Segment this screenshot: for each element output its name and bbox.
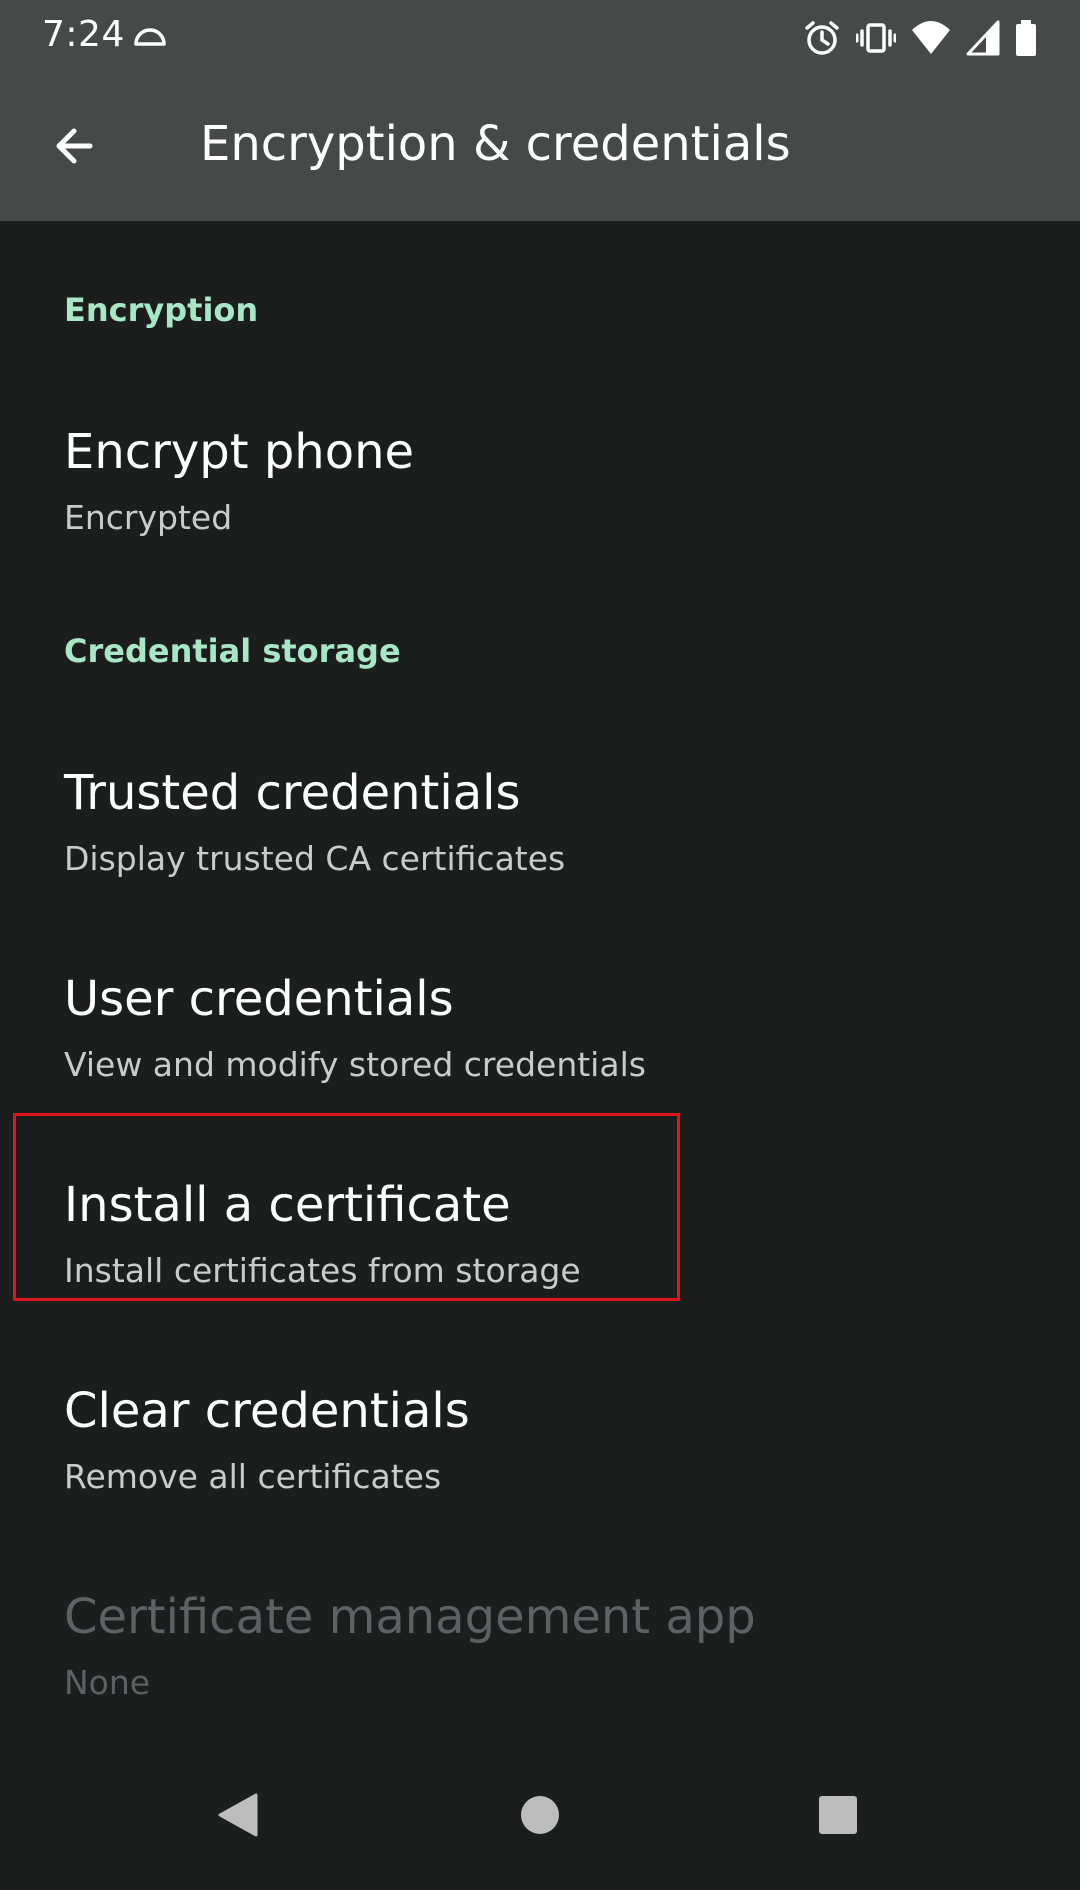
pref-user-credentials[interactable]: User credentials View and modify stored … <box>0 933 1080 1139</box>
alarm-icon <box>802 18 842 58</box>
status-time: 7:24 <box>42 14 125 55</box>
pref-summary: None <box>64 1663 151 1702</box>
status-bar: 7:24 <box>0 0 1080 76</box>
pref-summary: Install certificates from storage <box>64 1251 581 1290</box>
section-header-credential-storage: Credential storage <box>64 632 401 670</box>
app-bar: Encryption & credentials <box>0 76 1080 221</box>
pref-title: Encrypt phone <box>64 424 415 480</box>
section-header-encryption: Encryption <box>64 291 259 329</box>
pref-encrypt-phone[interactable]: Encrypt phone Encrypted <box>0 386 1080 592</box>
signal-icon <box>966 18 1000 58</box>
pref-summary: Display trusted CA certificates <box>64 839 566 878</box>
pref-certificate-management-app: Certificate management app None <box>0 1551 1080 1757</box>
pref-install-certificate[interactable]: Install a certificate Install certificat… <box>0 1139 1080 1345</box>
settings-list: Encryption Encrypt phone Encrypted Crede… <box>0 221 1080 1745</box>
pref-title: Clear credentials <box>64 1383 470 1439</box>
arrow-left-icon <box>50 122 98 174</box>
nav-home-button[interactable] <box>490 1767 590 1867</box>
pref-summary: Encrypted <box>64 498 233 537</box>
page-title: Encryption & credentials <box>200 116 791 172</box>
wifi-icon <box>910 18 952 58</box>
pref-title: Trusted credentials <box>64 765 521 821</box>
pref-title: User credentials <box>64 971 454 1027</box>
navigation-bar <box>0 1745 1080 1890</box>
pref-summary: Remove all certificates <box>64 1457 442 1496</box>
nav-recents-button[interactable] <box>788 1767 888 1867</box>
pref-title: Install a certificate <box>64 1177 511 1233</box>
home-circle-icon <box>519 1794 561 1840</box>
back-button[interactable] <box>26 100 122 196</box>
battery-icon <box>1014 18 1038 58</box>
back-triangle-icon <box>216 1791 260 1843</box>
cloud-icon <box>132 24 168 48</box>
vibrate-icon <box>856 18 896 58</box>
status-icons <box>802 16 1038 60</box>
pref-summary: View and modify stored credentials <box>64 1045 646 1084</box>
pref-trusted-credentials[interactable]: Trusted credentials Display trusted CA c… <box>0 727 1080 933</box>
pref-title: Certificate management app <box>64 1589 756 1645</box>
nav-back-button[interactable] <box>188 1767 288 1867</box>
recents-square-icon <box>817 1794 859 1840</box>
pref-clear-credentials[interactable]: Clear credentials Remove all certificate… <box>0 1345 1080 1551</box>
